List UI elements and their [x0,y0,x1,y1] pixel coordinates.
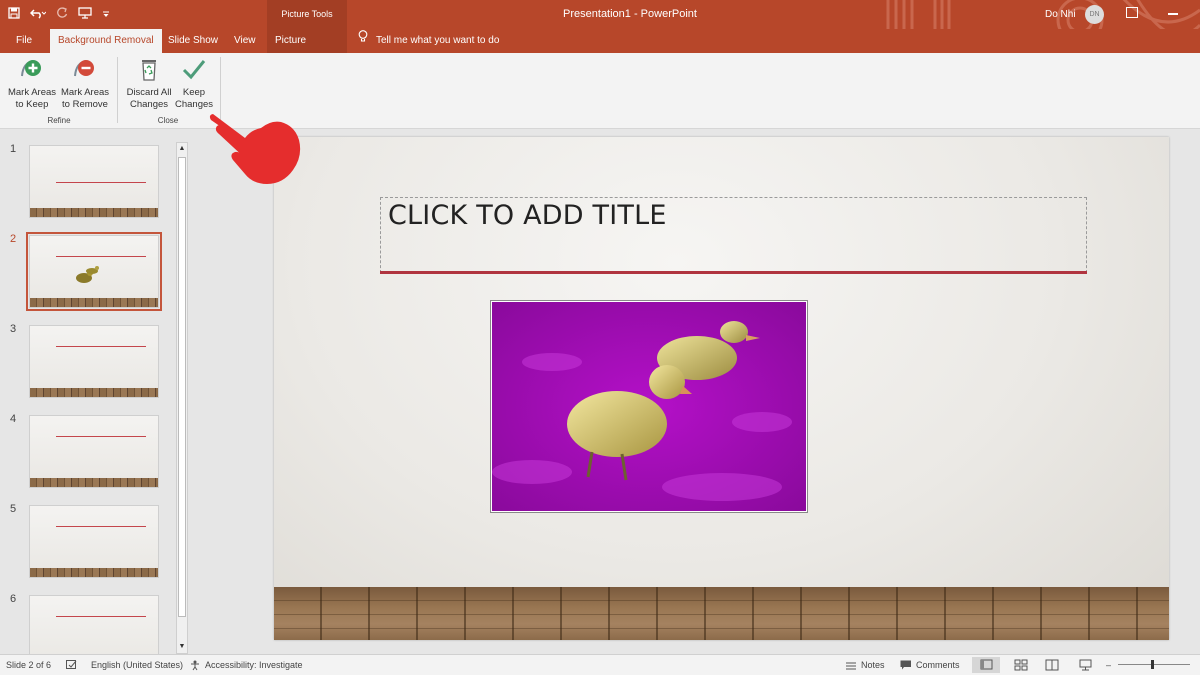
tab-picture-format[interactable]: Picture Format [267,29,347,70]
slide-thumbnail-5[interactable] [29,505,159,578]
undo-icon[interactable] [29,7,47,22]
accessibility-label: Accessibility: Investigate [205,660,303,670]
normal-view-icon [980,659,993,670]
thumbnail-number: 3 [10,323,17,335]
scroll-down-arrow-icon[interactable]: ▼ [178,642,186,652]
user-name[interactable]: Do Nhi [1045,0,1076,29]
slide-counter: Slide 2 of 6 [6,660,52,670]
minus-circle-icon [72,57,98,83]
mark-areas-to-remove-button[interactable]: Mark Areas to Remove [58,57,112,115]
avatar[interactable]: DN [1085,5,1104,24]
slideshow-view-button[interactable] [1072,657,1100,673]
customize-qat-icon[interactable] [102,8,110,22]
notes-label: Notes [861,660,885,670]
save-icon[interactable] [8,7,20,22]
mark-keep-label-1: Mark Areas [7,87,57,98]
minimize-icon[interactable] [1168,13,1178,15]
slide-thumbnail-6[interactable] [29,595,159,654]
tell-me-search[interactable]: Tell me what you want to do [358,29,499,53]
discard-all-changes-button[interactable]: Discard All Changes [122,57,176,115]
thumbnail-number: 1 [10,143,17,155]
title-bar: Picture Tools Presentation1 - PowerPoint… [0,0,1200,44]
quick-access-toolbar [8,0,110,29]
mark-remove-label-2: to Remove [62,99,108,110]
lightbulb-icon [358,29,368,53]
notes-icon [846,662,856,669]
current-slide[interactable]: CLICK TO ADD TITLE [274,137,1169,640]
reading-view-icon [1045,659,1059,671]
thumbnail-scrollbar[interactable]: ▲ ▼ [176,142,188,654]
thumbnail-number: 4 [10,413,17,425]
comments-label: Comments [916,660,960,670]
pointing-hand-icon [205,108,305,188]
keep-label-1: Keep [182,87,206,98]
tab-slide-show[interactable]: Slide Show [160,29,226,53]
slide-thumbnail-1[interactable] [29,145,159,218]
window-title: Presentation1 - PowerPoint [563,8,697,20]
wooden-floor-background [274,587,1169,640]
slide-thumbnail-pane: 1 2 3 4 5 6 [0,129,190,654]
slideshow-icon [1079,659,1092,671]
mark-areas-to-keep-button[interactable]: Mark Areas to Keep [6,57,58,115]
language-indicator[interactable]: English (United States) [91,655,183,675]
picture-tools-header: Picture Tools [267,0,347,29]
ribbon: Mark Areas to Keep Mark Areas to Remove … [0,53,1200,129]
ribbon-tabs: File Background Removal Slide Show View … [0,29,1200,70]
scroll-up-arrow-icon[interactable]: ▲ [178,144,186,154]
normal-view-button[interactable] [972,657,1000,673]
discard-label-1: Discard All [126,87,172,98]
redo-icon[interactable] [56,7,68,22]
title-underline [380,271,1087,274]
tab-file[interactable]: File [8,29,40,53]
checkmark-icon [181,57,207,83]
group-label-close: Close [157,116,179,125]
notes-button[interactable]: Notes [846,655,885,675]
tab-view[interactable]: View [226,29,264,53]
group-divider [117,57,118,123]
slide-thumbnail-2[interactable] [26,232,162,311]
scrollbar-thumb[interactable] [178,157,186,617]
discard-label-2: Changes [129,99,169,110]
plus-circle-icon [19,57,45,83]
accessibility-checker[interactable]: Accessibility: Investigate [190,655,303,675]
title-placeholder-text: CLICK TO ADD TITLE [388,200,667,231]
spelling-icon[interactable] [66,655,78,675]
slide-thumbnail-3[interactable] [29,325,159,398]
tell-me-text: Tell me what you want to do [376,35,500,46]
thumbnail-number: 2 [10,233,17,245]
tab-background-removal[interactable]: Background Removal [50,29,162,53]
selected-picture[interactable] [490,300,808,513]
ducklings-image [492,302,806,511]
comments-button[interactable]: Comments [900,655,960,675]
comment-icon [900,660,911,670]
zoom-out-button[interactable]: – [1106,655,1111,675]
thumbnail-number: 6 [10,593,17,605]
mark-remove-label-1: Mark Areas [60,87,110,98]
mark-keep-label-2: to Keep [15,99,49,110]
thumbnail-number: 5 [10,503,17,515]
slide-sorter-icon [1014,659,1028,671]
slide-thumbnail-4[interactable] [29,415,159,488]
title-placeholder[interactable]: CLICK TO ADD TITLE [380,197,1087,273]
group-label-refine: Refine [47,116,71,125]
status-bar: Slide 2 of 6 English (United States) Acc… [0,654,1200,675]
accessibility-icon [191,660,199,670]
start-slideshow-icon[interactable] [78,7,92,22]
keep-changes-button[interactable]: Keep Changes [174,57,214,115]
zoom-slider[interactable] [1118,664,1190,665]
slide-sorter-button[interactable] [1006,657,1034,673]
ribbon-display-options-icon[interactable] [1126,7,1138,18]
recycle-bin-icon [136,57,162,83]
reading-view-button[interactable] [1038,657,1066,673]
zoom-slider-thumb[interactable] [1151,660,1154,669]
